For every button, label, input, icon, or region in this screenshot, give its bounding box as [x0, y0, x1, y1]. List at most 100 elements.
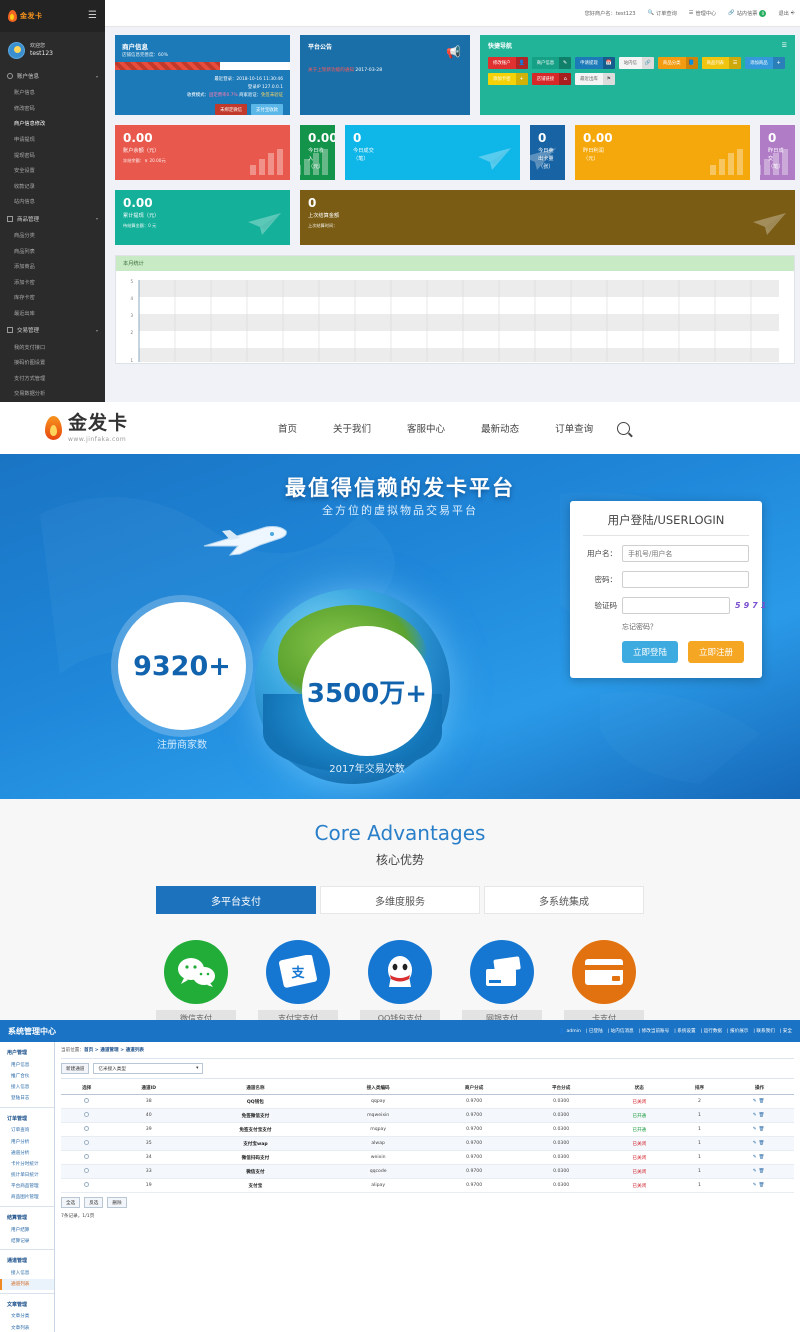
quick-nav-button-5[interactable]: 商品列表 ☰	[701, 57, 742, 69]
quick-nav-button-9[interactable]: 最近出库 ⚑	[575, 73, 615, 85]
site-menu-item-2[interactable]: 客服中心	[407, 421, 445, 435]
advantage-tab-0[interactable]: 多平台支付	[156, 886, 316, 914]
search-icon[interactable]	[617, 421, 631, 435]
admin-sidebar-item-1-1[interactable]: 用户分析	[0, 1136, 54, 1147]
quick-nav-button-4[interactable]: 商品分类 📘	[657, 57, 698, 69]
admin-header-link-3[interactable]: | 系统设置	[674, 1028, 695, 1034]
admin-sidebar-item-4-0[interactable]: 文章分类	[0, 1311, 54, 1322]
hamburger-icon[interactable]: ☰	[88, 11, 97, 21]
radio-icon[interactable]	[84, 1168, 90, 1173]
row-select[interactable]	[61, 1178, 113, 1193]
sidebar-item-1-5[interactable]: 最近出库	[0, 306, 105, 322]
table-footer-button-0[interactable]: 全选	[61, 1197, 81, 1208]
forgot-password-link[interactable]: 忘记密码？	[622, 622, 749, 632]
table-row[interactable]: 39 免签支付宝支付 mqpay 0.9700 0.0300 已开通 1 ✎🗑	[61, 1122, 794, 1137]
register-button[interactable]: 立即注册	[688, 641, 745, 663]
payment-method-3[interactable]: 网银支付	[462, 940, 542, 1020]
table-footer-button-2[interactable]: 删除	[107, 1197, 127, 1208]
payment-method-4[interactable]: 卡支付	[564, 940, 644, 1020]
add-channel-button[interactable]: 新建通道	[61, 1063, 90, 1074]
sidebar-item-2-3[interactable]: 交易数据分析	[0, 386, 105, 402]
admin-sidebar-item-2-1[interactable]: 结算记录	[0, 1235, 54, 1246]
sidebar-item-0-1[interactable]: 修改密码	[0, 101, 105, 117]
table-footer-button-1[interactable]: 反选	[84, 1197, 104, 1208]
advantage-tab-1[interactable]: 多维度服务	[320, 886, 480, 914]
radio-icon[interactable]	[84, 1126, 90, 1131]
sidebar-item-1-1[interactable]: 商品列表	[0, 243, 105, 259]
sidebar-item-2-0[interactable]: 我的支付接口	[0, 339, 105, 355]
row-select[interactable]	[61, 1094, 113, 1109]
admin-sidebar-item-1-4[interactable]: 统计单日统计	[0, 1170, 54, 1181]
payment-method-1[interactable]: 支支付宝支付	[258, 940, 338, 1020]
site-logo[interactable]: 金发卡 www.jinfaka.com	[45, 413, 128, 443]
radio-icon[interactable]	[84, 1182, 90, 1187]
list-icon[interactable]: ☰	[782, 42, 787, 49]
sidebar-item-1-2[interactable]: 添加商品	[0, 259, 105, 275]
payment-method-2[interactable]: QQ钱包支付	[360, 940, 440, 1020]
sidebar-item-1-3[interactable]: 添加卡密	[0, 275, 105, 291]
quick-nav-button-8[interactable]: 店铺链接 ⌂	[531, 73, 572, 85]
username-input[interactable]	[622, 545, 749, 562]
quick-nav-button-2[interactable]: 申请提现 📅	[575, 57, 615, 69]
admin-sidebar-item-1-3[interactable]: 卡片分时统计	[0, 1158, 54, 1169]
row-select[interactable]	[61, 1164, 113, 1179]
nav-group-2[interactable]: 交易管理 ▾	[0, 321, 105, 339]
row-select[interactable]	[61, 1136, 113, 1151]
row-select[interactable]	[61, 1122, 113, 1137]
table-row[interactable]: 34 微信扫码支付 weixin 0.9700 0.0300 已关闭 1 ✎🗑	[61, 1150, 794, 1165]
captcha-input[interactable]	[622, 597, 730, 614]
login-button[interactable]: 立即登陆	[622, 641, 679, 663]
admin-sidebar-item-1-6[interactable]: 商品图片管理	[0, 1192, 54, 1203]
row-actions[interactable]: ✎🗑	[725, 1178, 794, 1193]
quick-nav-button-3[interactable]: 站内信 🔗	[618, 57, 654, 69]
admin-header-link-4[interactable]: | 运行数据	[701, 1028, 722, 1034]
alipay-receive-button[interactable]: 支付宝收款	[251, 104, 283, 116]
sidebar-item-1-0[interactable]: 商品分类	[0, 228, 105, 244]
sidebar-item-0-6[interactable]: 收款记录	[0, 179, 105, 195]
quick-nav-button-6[interactable]: 添加商品 +	[745, 57, 785, 69]
admin-header-link-1[interactable]: | 站内信消息	[608, 1028, 634, 1034]
admin-sidebar-item-4-1[interactable]: 文章列表	[0, 1322, 54, 1332]
admin-header-link-6[interactable]: | 联系我们	[753, 1028, 774, 1034]
quick-nav-button-7[interactable]: 添加卡密 +	[488, 73, 528, 85]
sidebar-item-0-4[interactable]: 提现密码	[0, 147, 105, 163]
row-select[interactable]	[61, 1108, 113, 1123]
radio-icon[interactable]	[84, 1098, 90, 1103]
quick-nav-button-1[interactable]: 商户信息 ✎	[531, 57, 572, 69]
topbar-logout[interactable]: 退出 ⎆	[778, 10, 795, 17]
nav-group-0[interactable]: 账户信息 ▾	[0, 67, 105, 85]
advantage-tab-2[interactable]: 多系统集成	[484, 886, 644, 914]
admin-sidebar-item-0-0[interactable]: 用户信息	[0, 1059, 54, 1070]
sidebar-item-1-4[interactable]: 库存卡密	[0, 290, 105, 306]
radio-icon[interactable]	[84, 1112, 90, 1117]
site-menu-item-1[interactable]: 关于我们	[333, 421, 371, 435]
site-menu-item-3[interactable]: 最新动态	[481, 421, 519, 435]
admin-sidebar-item-1-2[interactable]: 通道分析	[0, 1147, 54, 1158]
quick-nav-button-0[interactable]: 修改账户 👤	[488, 57, 528, 69]
admin-sidebar-item-0-2[interactable]: 接入信息	[0, 1081, 54, 1092]
bind-wechat-button[interactable]: 未绑定微信	[215, 104, 248, 116]
row-actions[interactable]: ✎🗑	[725, 1136, 794, 1151]
sidebar-item-0-2[interactable]: 商户信息修改	[0, 116, 105, 132]
sidebar-item-0-0[interactable]: 账户信息	[0, 85, 105, 101]
admin-header-link-7[interactable]: | 安全	[780, 1028, 792, 1034]
table-row[interactable]: 38 QQ钱包 qqpay 0.9700 0.0300 已关闭 2 ✎🗑	[61, 1094, 794, 1109]
admin-sidebar-item-3-0[interactable]: 接入信息	[0, 1267, 54, 1278]
row-select[interactable]	[61, 1150, 113, 1165]
row-actions[interactable]: ✎🗑	[725, 1122, 794, 1137]
radio-icon[interactable]	[84, 1154, 90, 1159]
sidebar-item-0-5[interactable]: 安全设置	[0, 163, 105, 179]
admin-header-link-5[interactable]: | 报价展示	[727, 1028, 748, 1034]
admin-sidebar-item-1-5[interactable]: 平台商品管理	[0, 1181, 54, 1192]
sidebar-item-0-3[interactable]: 申请提现	[0, 132, 105, 148]
dashboard-brand[interactable]: 金发卡	[8, 10, 43, 22]
admin-sidebar-item-1-0[interactable]: 订单查询	[0, 1125, 54, 1136]
admin-header-link-2[interactable]: | 修改当前账号	[639, 1028, 670, 1034]
admin-sidebar-item-0-1[interactable]: 推广合伙	[0, 1070, 54, 1081]
admin-sidebar-item-3-1[interactable]: 通道列表	[0, 1278, 54, 1290]
payment-method-0[interactable]: 微信支付	[156, 940, 236, 1020]
admin-header-link-0[interactable]: | 已登陆	[586, 1028, 603, 1034]
channel-type-select[interactable]: 亿米接入类型 ▾	[93, 1063, 204, 1074]
table-row[interactable]: 33 微信支付 qqcode 0.9700 0.0300 已关闭 1 ✎🗑	[61, 1164, 794, 1179]
table-row[interactable]: 19 支付宝 alipay 0.9700 0.0300 已关闭 1 ✎🗑	[61, 1178, 794, 1193]
